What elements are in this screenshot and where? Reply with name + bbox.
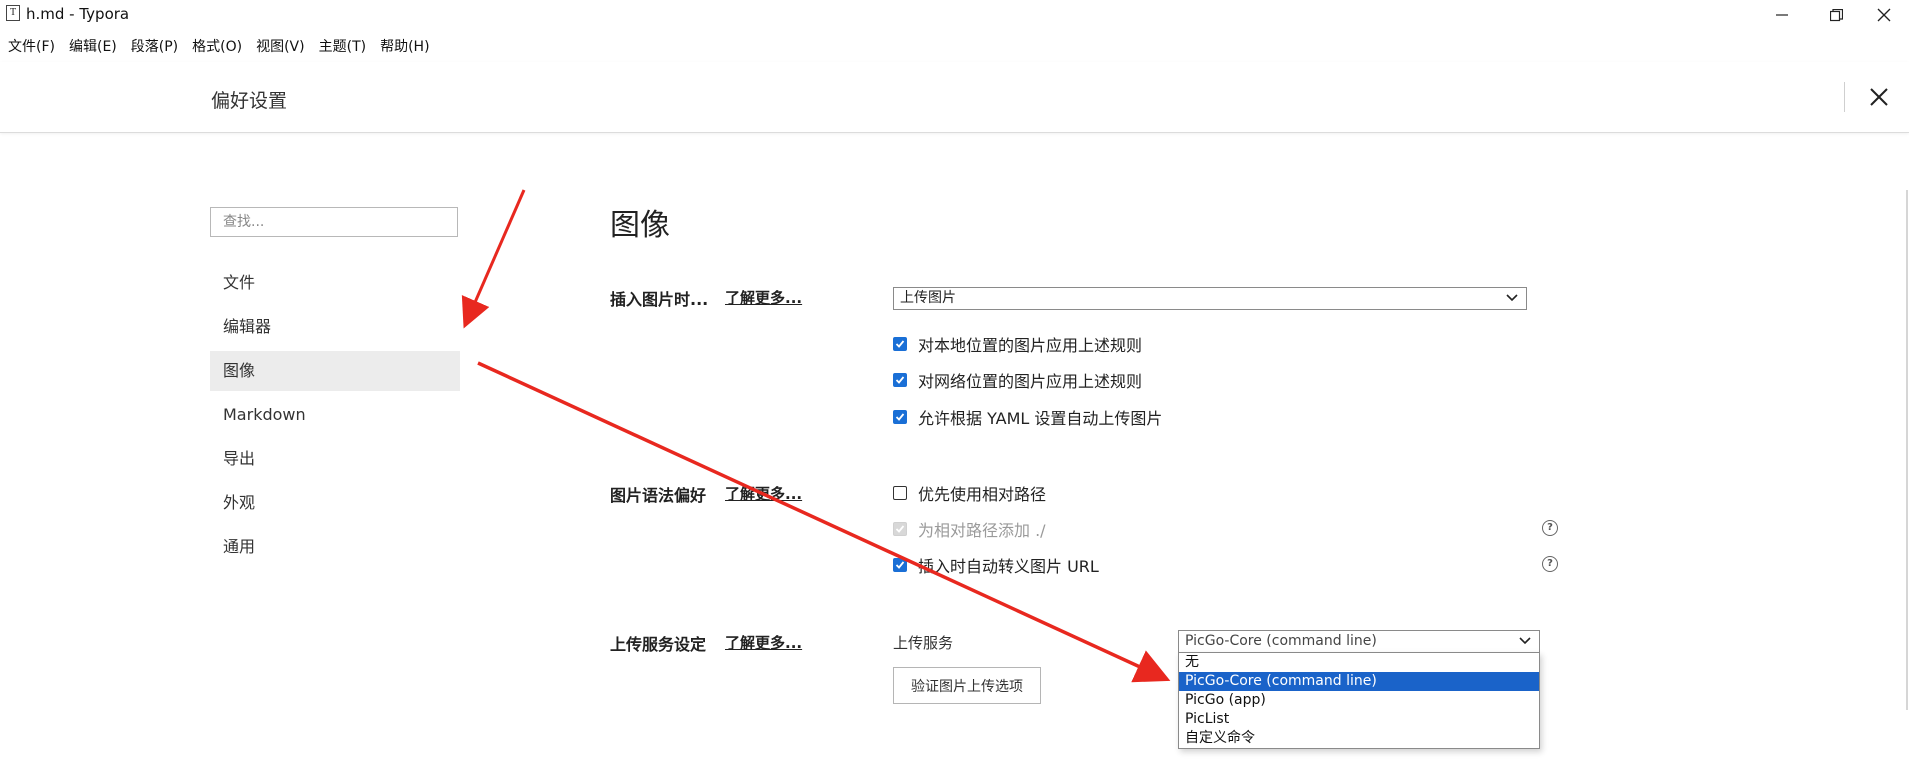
escape-url-label: 插入时自动转义图片 URL [918,557,1099,576]
upload-service-value: PicGo-Core (command line) [1185,633,1377,649]
restore-button[interactable] [1811,0,1861,30]
annotation-arrow-to-image-nav [461,189,526,329]
apply-network-label: 对网络位置的图片应用上述规则 [918,372,1143,391]
preferences-title: 偏好设置 [211,90,288,112]
upload-service-dropdown: 无 PicGo-Core (command line) PicGo (app) … [1178,652,1540,749]
typora-window: T h.md - Typora 文件(F) 编辑(E) 段落(P) 格式(O) … [0,0,1909,764]
sidebar-item-general[interactable]: 通用 [210,527,460,567]
insert-image-label: 插入图片时... [610,290,709,309]
chevron-down-icon [1519,637,1531,645]
help-icon[interactable]: ? [1542,520,1558,536]
insert-action-value: 上传图片 [900,290,956,306]
section-title: 图像 [610,208,670,243]
scrollbar[interactable] [1906,190,1908,710]
checkbox-checked-icon [893,373,907,387]
help-icon[interactable]: ? [1542,556,1558,572]
prefer-relative-path-label: 优先使用相对路径 [918,485,1047,504]
apply-local-checkbox[interactable]: 对本地位置的图片应用上述规则 [893,333,1142,355]
menu-edit[interactable]: 编辑(E) [62,36,124,58]
menu-paragraph[interactable]: 段落(P) [124,36,185,58]
sidebar-item-editor[interactable]: 编辑器 [210,307,460,347]
sidebar-item-file[interactable]: 文件 [210,263,460,303]
learn-more-link[interactable]: 了解更多... [725,632,802,653]
menu-file[interactable]: 文件(F) [0,36,62,58]
close-icon [1870,88,1888,106]
add-dot-slash-checkbox: 为相对路径添加 ./ [893,518,1046,540]
yaml-auto-upload-label: 允许根据 YAML 设置自动上传图片 [918,409,1163,428]
menu-format[interactable]: 格式(O) [185,36,249,58]
menu-help[interactable]: 帮助(H) [373,36,436,58]
learn-more-link[interactable]: 了解更多... [725,483,802,504]
sidebar-item-image[interactable]: 图像 [210,351,460,391]
restore-icon [1829,8,1843,21]
close-icon [1877,8,1891,22]
search-input[interactable] [210,207,458,237]
header-divider [1844,82,1845,112]
escape-url-checkbox[interactable]: 插入时自动转义图片 URL [893,554,1099,576]
minimize-button[interactable] [1757,0,1807,30]
window-close-button[interactable] [1859,0,1909,30]
title-bar: T h.md - Typora [0,0,1909,30]
dropdown-option[interactable]: PicList [1179,710,1539,729]
prefer-relative-path-checkbox[interactable]: 优先使用相对路径 [893,482,1046,504]
upload-service-label: 上传服务 [893,634,954,652]
upload-service-setting-label: 上传服务设定 [610,635,707,654]
menu-themes[interactable]: 主题(T) [312,36,373,58]
dropdown-option[interactable]: 无 [1179,653,1539,672]
checkbox-checked-icon [893,410,907,424]
menu-bar: 文件(F) 编辑(E) 段落(P) 格式(O) 视图(V) 主题(T) 帮助(H… [0,36,437,58]
dropdown-option[interactable]: 自定义命令 [1179,729,1539,748]
checkbox-unchecked-icon [893,486,907,500]
upload-service-select[interactable]: PicGo-Core (command line) [1178,630,1540,653]
verify-upload-button[interactable]: 验证图片上传选项 [893,667,1041,704]
image-syntax-label: 图片语法偏好 [610,486,707,505]
preferences-sidebar: 文件 编辑器 图像 Markdown 导出 外观 通用 [210,263,460,571]
insert-action-select[interactable]: 上传图片 [893,287,1527,310]
learn-more-link[interactable]: 了解更多... [725,287,802,308]
typora-app-icon: T [6,5,20,21]
chevron-down-icon [1506,294,1518,302]
sidebar-item-export[interactable]: 导出 [210,439,460,479]
menu-view[interactable]: 视图(V) [249,36,312,58]
preferences-close-button[interactable] [1864,82,1894,112]
minimize-icon [1776,14,1788,16]
dropdown-option[interactable]: PicGo (app) [1179,691,1539,710]
checkbox-disabled-icon [893,522,907,536]
sidebar-item-markdown[interactable]: Markdown [210,395,460,435]
sidebar-item-appearance[interactable]: 外观 [210,483,460,523]
window-title: h.md - Typora [26,5,130,23]
yaml-auto-upload-checkbox[interactable]: 允许根据 YAML 设置自动上传图片 [893,406,1162,428]
preferences-header: 偏好设置 [0,62,1909,133]
checkbox-checked-icon [893,558,907,572]
checkbox-checked-icon [893,337,907,351]
dropdown-option-selected[interactable]: PicGo-Core (command line) [1179,672,1539,691]
apply-network-checkbox[interactable]: 对网络位置的图片应用上述规则 [893,369,1142,391]
apply-local-label: 对本地位置的图片应用上述规则 [918,336,1143,355]
add-dot-slash-label: 为相对路径添加 ./ [918,521,1046,540]
